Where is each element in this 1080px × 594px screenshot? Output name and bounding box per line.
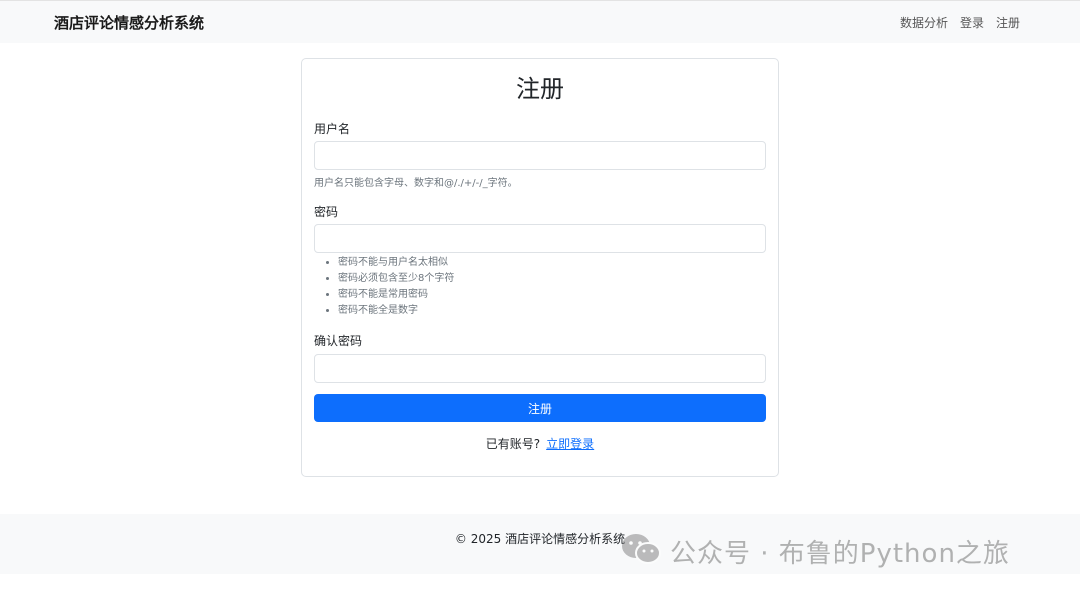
username-help-text: 用户名只能包含字母、数字和@/./+/-/_字符。 (314, 178, 518, 189)
brand-title[interactable]: 酒店评论情感分析系统 (54, 12, 204, 33)
register-card: 注册 用户名 用户名只能包含字母、数字和@/./+/-/_字符。 密码 密码不能… (301, 58, 779, 477)
nav-link-register[interactable]: 注册 (996, 14, 1020, 31)
password-rule: 密码不能是常用密码 (338, 287, 454, 303)
navbar: 酒店评论情感分析系统 数据分析 登录 注册 (0, 0, 1080, 43)
watermark-text: 公众号 · 布鲁的Python之旅 (670, 538, 1010, 569)
watermark: 公众号 · 布鲁的Python之旅 (620, 532, 1010, 570)
password-rule: 密码不能全是数字 (338, 303, 454, 319)
nav-link-data-analysis[interactable]: 数据分析 (900, 14, 948, 31)
password-rule: 密码不能与用户名太相似 (338, 255, 454, 271)
username-label: 用户名 (314, 122, 351, 136)
password-rule: 密码必须包含至少8个字符 (338, 271, 454, 287)
nav-link-login[interactable]: 登录 (960, 14, 984, 31)
nav-links: 数据分析 登录 注册 (900, 14, 1020, 31)
wechat-icon (620, 532, 662, 570)
login-link[interactable]: 立即登录 (546, 437, 594, 451)
username-input[interactable] (314, 141, 766, 170)
page-title: 注册 (516, 75, 564, 103)
register-button[interactable]: 注册 (314, 394, 766, 422)
login-prompt-text: 已有账号? (485, 437, 541, 451)
password-label: 密码 (314, 205, 339, 219)
confirm-password-label: 确认密码 (314, 334, 363, 348)
password-input[interactable] (314, 224, 766, 253)
confirm-password-input[interactable] (314, 354, 766, 383)
login-prompt-row: 已有账号? 立即登录 (302, 435, 778, 452)
password-rules-list: 密码不能与用户名太相似 密码必须包含至少8个字符 密码不能是常用密码 密码不能全… (314, 255, 454, 319)
